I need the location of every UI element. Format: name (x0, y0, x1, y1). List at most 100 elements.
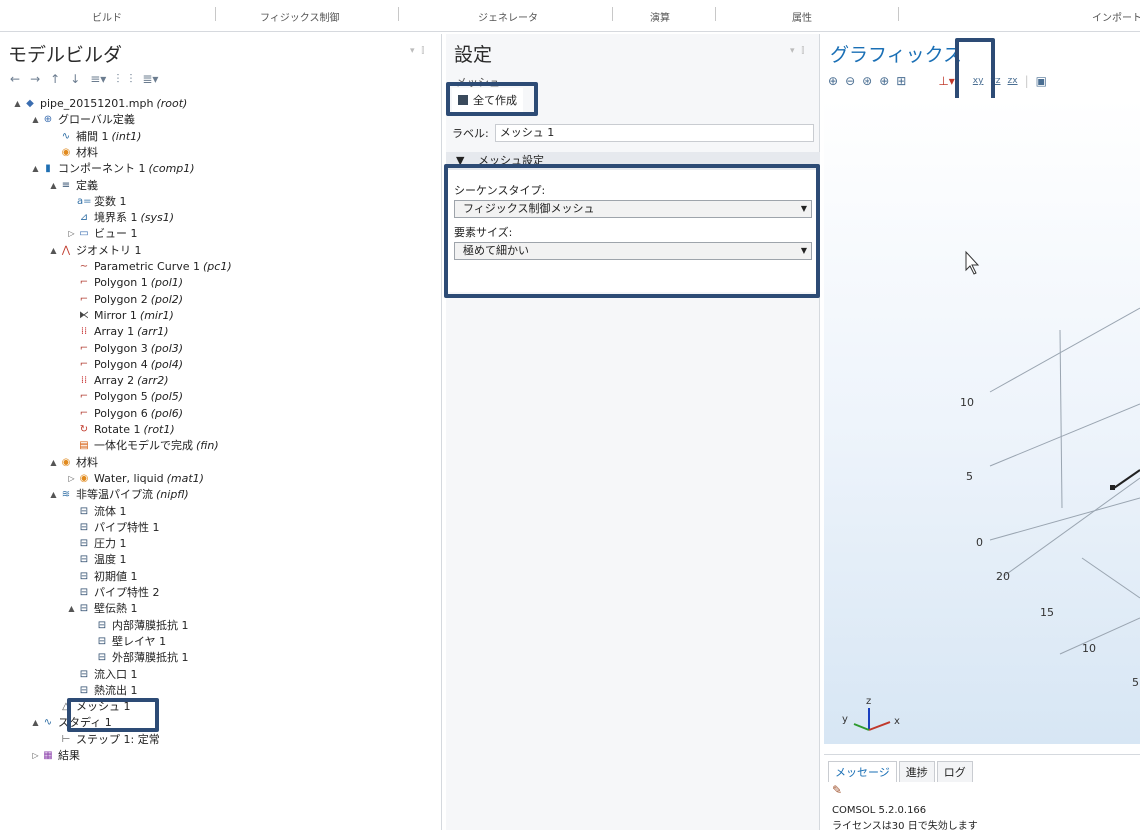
expand-toggle-icon[interactable]: ▲ (66, 601, 77, 617)
tree-node[interactable]: ⌐ Polygon 1 (pol1) (66, 275, 183, 291)
material-icon: ◉ (79, 472, 89, 484)
tree-node[interactable]: ▲ ◆ pipe_20151201.mph (root) (12, 96, 187, 112)
mesh-settings-section-title: メッシュ設定 (477, 154, 544, 167)
tree-node[interactable]: ⊟ 壁レイヤ 1 (84, 634, 166, 650)
tree-node[interactable]: ⊟ 熱流出 1 (66, 683, 138, 699)
tree-node-label: 補間 1 (76, 129, 109, 143)
tree-node[interactable]: ◉ 材料 (48, 145, 98, 161)
collapse-icon[interactable]: ⫶ (129, 72, 132, 87)
element-size-select[interactable]: 極めて細かい ▼ (454, 242, 812, 260)
tree-node[interactable]: ▲ ⊕ グローバル定義 (30, 112, 134, 128)
tab-log[interactable]: ログ (936, 761, 973, 782)
axis-view-icon[interactable]: ⊥▾ (938, 74, 954, 88)
tree-node[interactable]: ⊟ 圧力 1 (66, 536, 127, 552)
expand-toggle-icon[interactable]: ▲ (30, 715, 41, 731)
boundary-system-icon: ⊿ (79, 212, 89, 224)
tree-node[interactable]: ⊟ 流体 1 (66, 504, 127, 520)
pin-icon[interactable]: ▾ ⫿ (410, 46, 426, 56)
fit-icon[interactable]: ⊞ (896, 74, 906, 88)
tab-progress[interactable]: 進捗 (898, 761, 935, 782)
tree-node[interactable]: ▲ ≋ 非等温パイプ流 (nipfl) (48, 487, 188, 503)
zx-view-icon[interactable]: zx (1008, 76, 1018, 86)
tree-node[interactable]: ⊟ パイプ特性 1 (66, 520, 160, 536)
ribbon-tab-attributes[interactable]: 属性 (792, 9, 812, 24)
expand-toggle-icon[interactable]: ▲ (48, 487, 59, 503)
ribbon-separator (215, 7, 216, 21)
tree-node[interactable]: ⊟ 流入口 1 (66, 667, 138, 683)
ribbon-tab-generator[interactable]: ジェネレータ (478, 9, 538, 24)
expand-icon[interactable]: ⫶ (116, 72, 119, 87)
tree-node[interactable]: ∼ Parametric Curve 1 (pc1) (66, 259, 232, 275)
ribbon-tab-physics[interactable]: フィジックス制御 (260, 9, 340, 24)
tree-node[interactable]: ▷ ▦ 結果 (30, 748, 80, 764)
collapsed-toggle-icon[interactable]: ▷ (66, 471, 77, 487)
tab-messages[interactable]: メッセージ (828, 761, 897, 782)
collapsed-toggle-icon[interactable]: ▷ (66, 226, 77, 242)
tree-node[interactable]: ⊟ 初期値 1 (66, 569, 138, 585)
tree-node-label: 材料 (76, 145, 98, 159)
expand-toggle-icon[interactable]: ▲ (30, 161, 41, 177)
expand-toggle-icon[interactable]: ▲ (30, 112, 41, 128)
back-arrow-icon[interactable]: ← (10, 72, 20, 86)
tree-node[interactable]: ▲ ⊟ 壁伝熱 1 (66, 601, 137, 617)
tree-node[interactable]: ⊟ 温度 1 (66, 552, 127, 568)
tree-node[interactable]: ⌐ Polygon 3 (pol3) (66, 341, 183, 357)
xy-view-icon[interactable]: xy (973, 76, 984, 86)
move-down-icon[interactable]: ↓ (70, 72, 80, 86)
zoom-in-icon[interactable]: ⊕ (828, 74, 838, 88)
tree-node[interactable]: ⊿ 境界系 1 (sys1) (66, 210, 174, 226)
tree-node[interactable]: a= 変数 1 (66, 194, 127, 210)
tree-node[interactable]: ▤ 一体化モデルで完成 (fin) (66, 438, 218, 454)
mesh-build-icon (458, 95, 468, 105)
tree-node-label: ビュー 1 (94, 227, 138, 241)
tree-node[interactable]: ⁞⁞ Array 2 (arr2) (66, 373, 169, 389)
zoom-box-icon[interactable]: ⊛ (862, 74, 872, 88)
tree-options-icon[interactable]: ≣▾ (142, 72, 158, 86)
tree-node[interactable]: ⊟ パイプ特性 2 (66, 585, 160, 601)
tree-node[interactable]: ▷ ▭ ビュー 1 (66, 226, 138, 242)
tree-node[interactable]: ⊟ 外部薄膜抵抗 1 (84, 650, 189, 666)
label-field[interactable]: メッシュ 1 (494, 124, 814, 142)
expand-toggle-icon[interactable]: ▲ (48, 455, 59, 471)
tree-node[interactable]: △ メッシュ 1 (48, 699, 130, 715)
forward-arrow-icon[interactable]: → (30, 72, 40, 86)
tree-node[interactable]: ▲ ∿ スタディ 1 (30, 715, 111, 731)
tree-node[interactable]: ▲ ◉ 材料 (48, 455, 98, 471)
expand-toggle-icon[interactable]: ▲ (12, 96, 23, 112)
render-icon[interactable]: ▣ (1036, 74, 1047, 88)
tree-node[interactable]: ⧔ Mirror 1 (mir1) (66, 308, 174, 324)
tree-node[interactable]: ⁞⁞ Array 1 (arr1) (66, 324, 169, 340)
show-menu-icon[interactable]: ≡▾ (90, 72, 106, 86)
tree-node[interactable]: ↻ Rotate 1 (rot1) (66, 422, 175, 438)
ribbon-tab-import[interactable]: インポート (1092, 9, 1140, 24)
graphics-canvas[interactable]: 10 5 0 20 15 10 5 z x y (824, 98, 1140, 744)
pin-icon[interactable]: ▾ ⫿ (790, 46, 806, 56)
tree-node[interactable]: ▲ ≡ 定義 (48, 178, 98, 194)
tree-node[interactable]: ⌐ Polygon 2 (pol2) (66, 292, 183, 308)
ribbon-tab-build[interactable]: ビルド (92, 9, 122, 24)
expand-toggle-icon[interactable]: ▲ (48, 243, 59, 259)
yz-view-icon[interactable]: yz (990, 76, 1000, 86)
build-all-button[interactable]: 全て作成 (452, 88, 523, 112)
ribbon-tab-compute[interactable]: 演算 (650, 9, 670, 24)
tree-node[interactable]: ▲ ▮ コンポーネント 1 (comp1) (30, 161, 194, 177)
clear-messages-icon[interactable]: ✎ (832, 783, 842, 797)
collapsed-toggle-icon[interactable]: ▷ (30, 748, 41, 764)
model-builder-title: モデルビルダ (8, 44, 123, 66)
tree-node[interactable]: ▷ ◉ Water, liquid (mat1) (66, 471, 204, 487)
globe-icon: ⊕ (43, 114, 53, 126)
mesh-settings-section-header[interactable]: ▼ メッシュ設定 (446, 152, 820, 170)
zoom-out-icon[interactable]: ⊖ (845, 74, 855, 88)
tree-node[interactable]: ⌐ Polygon 5 (pol5) (66, 389, 183, 405)
sequence-type-select[interactable]: フィジックス制御メッシュ ▼ (454, 200, 812, 218)
tree-node[interactable]: ⊢ ステップ 1: 定常 (48, 732, 160, 748)
expand-toggle-icon[interactable]: ▲ (48, 178, 59, 194)
move-up-icon[interactable]: ↑ (50, 72, 60, 86)
tree-node[interactable]: ▲ ⋀ ジオメトリ 1 (48, 243, 141, 259)
ribbon-separator (715, 7, 716, 21)
tree-node[interactable]: ⊟ 内部薄膜抵抗 1 (84, 618, 189, 634)
tree-node[interactable]: ∿ 補間 1 (int1) (48, 129, 142, 145)
tree-node[interactable]: ⌐ Polygon 6 (pol6) (66, 406, 183, 422)
zoom-extents-icon[interactable]: ⊕ (879, 74, 889, 88)
tree-node[interactable]: ⌐ Polygon 4 (pol4) (66, 357, 183, 373)
